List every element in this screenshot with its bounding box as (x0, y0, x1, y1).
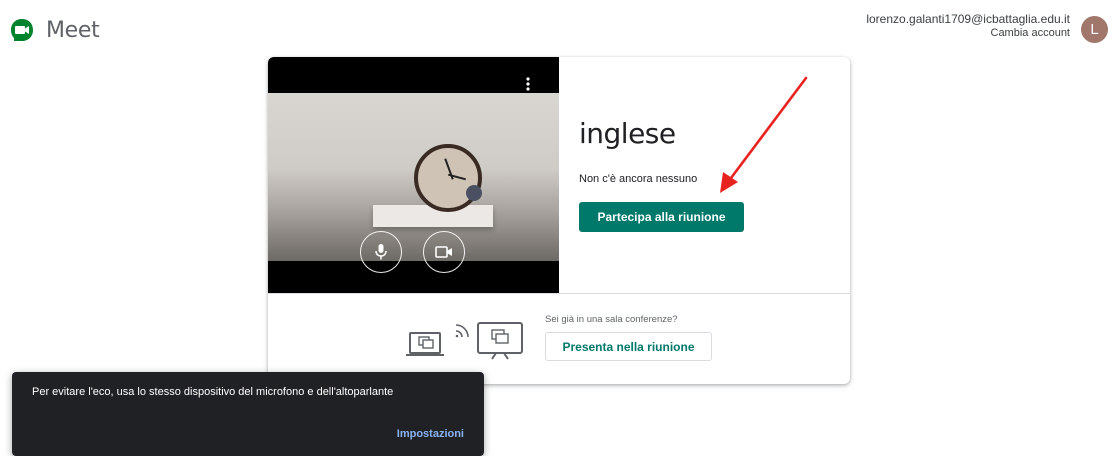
settings-action-button[interactable]: Impostazioni (397, 428, 464, 440)
account-email: lorenzo.galanti1709@icbattaglia.edu.it (866, 12, 1070, 26)
meeting-title: inglese (579, 117, 676, 150)
account-info: lorenzo.galanti1709@icbattaglia.edu.it C… (866, 12, 1070, 39)
present-in-meeting-button[interactable]: Presenta nella riunione (545, 332, 712, 361)
present-screen-icon (406, 322, 523, 360)
camera-preview (268, 57, 559, 293)
present-illustration (406, 321, 528, 366)
join-meeting-button[interactable]: Partecipa alla riunione (579, 202, 744, 232)
mic-toggle-button[interactable] (360, 231, 402, 273)
more-vert-icon[interactable] (520, 77, 536, 97)
meet-logo[interactable]: Meet (8, 16, 100, 44)
mouse-object (466, 185, 482, 201)
snackbar-message: Per evitare l'eco, usa lo stesso disposi… (32, 386, 394, 398)
divider (268, 293, 850, 294)
camera-toggle-button[interactable] (423, 231, 465, 273)
participants-status: Non c'è ancora nessuno (579, 173, 698, 185)
echo-warning-snackbar: Per evitare l'eco, usa lo stesso disposi… (12, 372, 484, 456)
app-name: Meet (46, 17, 100, 43)
google-meet-logo-icon (11, 19, 33, 41)
present-question: Sei già in una sala conferenze? (545, 314, 678, 325)
mic-icon (375, 244, 387, 260)
wall-clock (414, 144, 482, 212)
camera-feed (268, 93, 559, 261)
videocam-icon (435, 246, 452, 258)
red-arrow-annotation (720, 76, 808, 193)
avatar[interactable]: L (1081, 16, 1108, 43)
switch-account-link[interactable]: Cambia account (866, 27, 1071, 39)
